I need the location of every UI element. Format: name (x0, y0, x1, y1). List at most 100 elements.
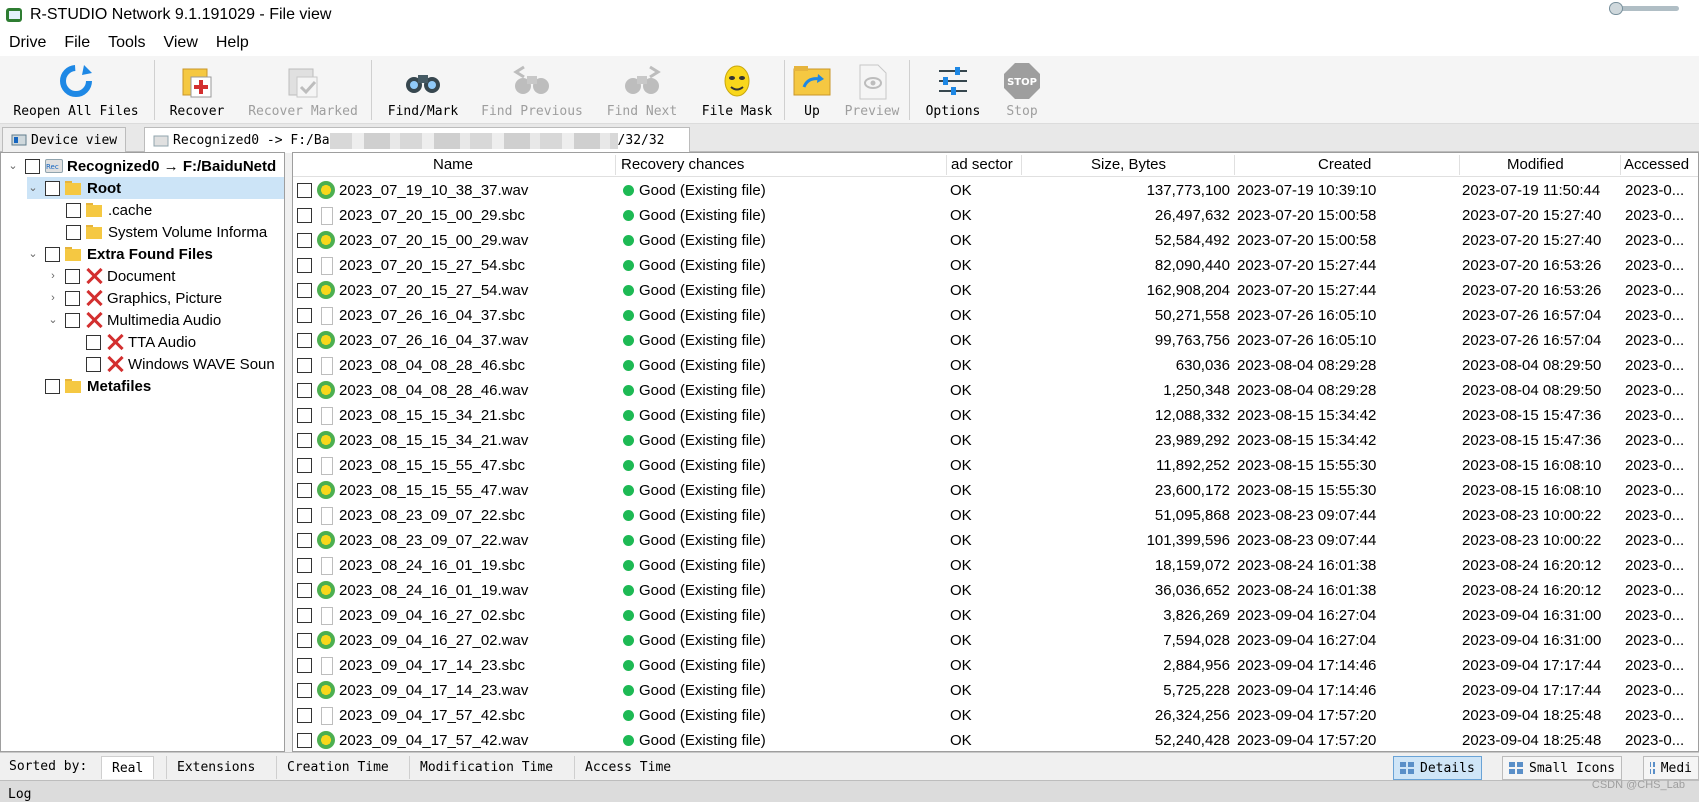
table-row[interactable]: 2023_08_15_15_55_47.sbc Good (Existing fi… (293, 452, 1698, 477)
table-row[interactable]: 2023_08_04_08_28_46.sbc Good (Existing fi… (293, 352, 1698, 377)
table-row[interactable]: 2023_09_04_17_14_23.wav Good (Existing fi… (293, 677, 1698, 702)
table-row[interactable]: 2023_08_24_16_01_19.wav Good (Existing fi… (293, 577, 1698, 602)
chevron-right-icon[interactable]: › (47, 270, 59, 282)
tree-node-cache[interactable]: .cache (66, 199, 152, 221)
row-checkbox[interactable] (297, 357, 312, 373)
checkbox[interactable] (66, 224, 81, 240)
column-recovery[interactable]: Recovery chances (621, 156, 744, 176)
sort-tab-access-time[interactable]: Access Time (574, 756, 681, 779)
reopen-all-files-button[interactable]: Reopen All Files (0, 56, 152, 124)
row-checkbox[interactable] (297, 232, 312, 248)
find-next-button[interactable]: Find Next (592, 56, 692, 124)
row-checkbox[interactable] (297, 257, 312, 273)
table-row[interactable]: 2023_08_15_15_34_21.sbc Good (Existing fi… (293, 402, 1698, 427)
tree-node-extra-found[interactable]: ⌄ Extra Found Files (27, 243, 212, 265)
chevron-right-icon[interactable]: › (47, 292, 59, 304)
table-row[interactable]: 2023_09_04_16_27_02.wav Good (Existing fi… (293, 627, 1698, 652)
table-row[interactable]: 2023_08_15_15_55_47.wav Good (Existing fi… (293, 477, 1698, 502)
find-mark-button[interactable]: Find/Mark (374, 56, 472, 124)
table-row[interactable]: 2023_08_15_15_34_21.wav Good (Existing fi… (293, 427, 1698, 452)
tree-node-system-volume[interactable]: System Volume Informa (66, 221, 267, 243)
recover-marked-button[interactable]: Recover Marked (237, 56, 369, 124)
checkbox[interactable] (45, 378, 60, 394)
tab-file-view[interactable]: Recognized0 -> F:/Ba /32/32 (144, 127, 690, 153)
table-row[interactable]: 2023_08_23_09_07_22.sbc Good (Existing fi… (293, 502, 1698, 527)
column-created[interactable]: Created (1318, 156, 1371, 176)
column-divider[interactable] (615, 155, 616, 175)
row-checkbox[interactable] (297, 682, 312, 698)
column-divider[interactable] (1234, 155, 1235, 175)
recover-button[interactable]: Recover (157, 56, 237, 124)
row-checkbox[interactable] (297, 332, 312, 348)
column-divider[interactable] (1459, 155, 1460, 175)
row-checkbox[interactable] (297, 307, 312, 323)
table-row[interactable]: 2023_07_26_16_04_37.sbc Good (Existing fi… (293, 302, 1698, 327)
file-mask-button[interactable]: File Mask (692, 56, 782, 124)
menu-help[interactable]: Help (207, 34, 258, 52)
checkbox[interactable] (25, 158, 40, 174)
view-medium-icons-button[interactable]: Medi (1643, 756, 1699, 780)
table-row[interactable]: 2023_09_04_17_57_42.wav Good (Existing fi… (293, 727, 1698, 751)
column-size[interactable]: Size, Bytes (1091, 156, 1166, 176)
menu-drive[interactable]: Drive (0, 34, 55, 52)
preview-button[interactable]: Preview (837, 56, 907, 124)
row-checkbox[interactable] (297, 482, 312, 498)
find-previous-button[interactable]: Find Previous (472, 56, 592, 124)
view-details-button[interactable]: Details (1393, 756, 1482, 780)
row-checkbox[interactable] (297, 582, 312, 598)
sort-tab-creation-time[interactable]: Creation Time (276, 756, 399, 779)
tree-node-document[interactable]: › Document (47, 265, 175, 287)
row-checkbox[interactable] (297, 607, 312, 623)
menu-tools[interactable]: Tools (99, 34, 154, 52)
sort-tab-extensions[interactable]: Extensions (166, 756, 265, 779)
table-row[interactable]: 2023_07_26_16_04_37.wav Good (Existing fi… (293, 327, 1698, 352)
tree-node-metafiles[interactable]: Metafiles (45, 375, 151, 397)
table-row[interactable]: 2023_08_24_16_01_19.sbc Good (Existing fi… (293, 552, 1698, 577)
tab-device-view[interactable]: Device view (2, 127, 127, 152)
tree-node-root[interactable]: ⌄ Root (27, 177, 284, 199)
checkbox[interactable] (65, 268, 80, 284)
chevron-down-icon[interactable]: ⌄ (7, 160, 19, 172)
row-checkbox[interactable] (297, 632, 312, 648)
up-button[interactable]: Up (787, 56, 837, 124)
row-checkbox[interactable] (297, 457, 312, 473)
tree-node-multimedia-audio[interactable]: ⌄ Multimedia Audio (47, 309, 221, 331)
sort-tab-modification-time[interactable]: Modification Time (409, 756, 563, 779)
checkbox[interactable] (66, 202, 81, 218)
row-checkbox[interactable] (297, 732, 312, 748)
chevron-down-icon[interactable]: ⌄ (27, 248, 39, 260)
options-button[interactable]: Options (912, 56, 994, 124)
table-row[interactable]: 2023_09_04_16_27_02.sbc Good (Existing fi… (293, 602, 1698, 627)
row-checkbox[interactable] (297, 507, 312, 523)
row-checkbox[interactable] (297, 707, 312, 723)
menu-file[interactable]: File (55, 34, 99, 52)
row-checkbox[interactable] (297, 557, 312, 573)
checkbox[interactable] (86, 334, 101, 350)
column-accessed[interactable]: Accessed (1624, 156, 1689, 176)
column-name[interactable]: Name (433, 156, 473, 176)
sort-tab-real[interactable]: Real (101, 756, 155, 779)
table-row[interactable]: 2023_07_20_15_27_54.wav Good (Existing fi… (293, 277, 1698, 302)
table-row[interactable]: 2023_07_20_15_27_54.sbc Good (Existing fi… (293, 252, 1698, 277)
table-row[interactable]: 2023_07_20_15_00_29.wav Good (Existing fi… (293, 227, 1698, 252)
row-checkbox[interactable] (297, 182, 312, 198)
title-slider[interactable] (1609, 2, 1679, 15)
row-checkbox[interactable] (297, 657, 312, 673)
checkbox[interactable] (65, 312, 80, 328)
chevron-down-icon[interactable]: ⌄ (47, 314, 59, 326)
checkbox[interactable] (65, 290, 80, 306)
stop-button[interactable]: STOP Stop (994, 56, 1050, 124)
row-checkbox[interactable] (297, 282, 312, 298)
table-row[interactable]: 2023_09_04_17_57_42.sbc Good (Existing fi… (293, 702, 1698, 727)
tree-node-graphics[interactable]: › Graphics, Picture (47, 287, 222, 309)
menu-view[interactable]: View (154, 34, 206, 52)
view-small-icons-button[interactable]: Small Icons (1502, 756, 1623, 780)
table-row[interactable]: 2023_07_20_15_00_29.sbc Good (Existing fi… (293, 202, 1698, 227)
row-checkbox[interactable] (297, 432, 312, 448)
row-checkbox[interactable] (297, 407, 312, 423)
table-row[interactable]: 2023_08_04_08_28_46.wav Good (Existing fi… (293, 377, 1698, 402)
table-row[interactable]: 2023_09_04_17_14_23.sbc Good (Existing fi… (293, 652, 1698, 677)
row-checkbox[interactable] (297, 532, 312, 548)
column-divider[interactable] (1021, 155, 1022, 175)
column-bad-sectors[interactable]: ad sector (951, 156, 1021, 176)
